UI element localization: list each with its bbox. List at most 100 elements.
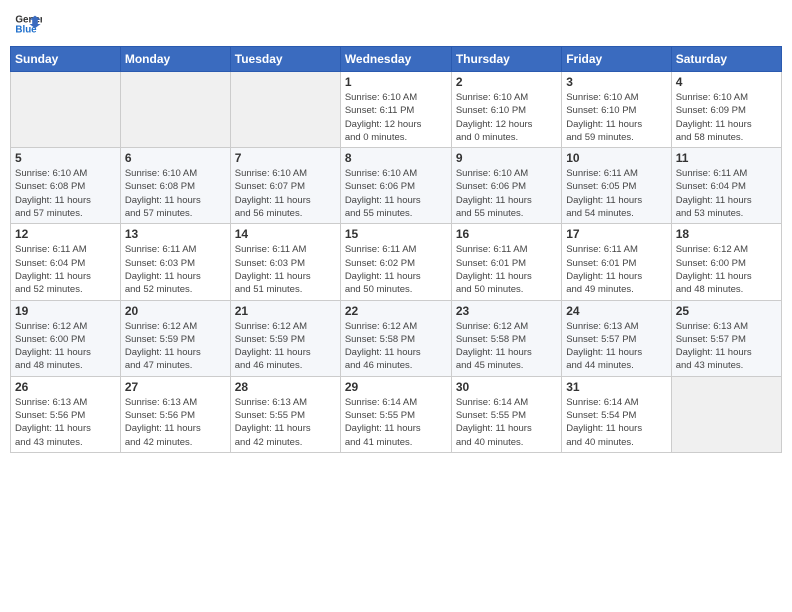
day-number: 11 — [676, 151, 777, 165]
logo: General Blue — [14, 10, 42, 38]
calendar-cell: 22 Sunrise: 6:12 AM Sunset: 5:58 PM Dayli… — [340, 300, 451, 376]
day-number: 22 — [345, 304, 447, 318]
calendar-cell: 15 Sunrise: 6:11 AM Sunset: 6:02 PM Dayli… — [340, 224, 451, 300]
calendar-cell: 17Sunrise: 6:11 AM Sunset: 6:01 PM Dayli… — [562, 224, 671, 300]
calendar-cell: 27 Sunrise: 6:13 AM Sunset: 5:56 PM Dayli… — [120, 376, 230, 452]
day-number: 9 — [456, 151, 557, 165]
calendar-cell: 9 Sunrise: 6:10 AM Sunset: 6:06 PM Daylig… — [451, 148, 561, 224]
calendar-cell: 6Sunrise: 6:10 AM Sunset: 6:08 PM Daylig… — [120, 148, 230, 224]
weekday-header: Saturday — [671, 47, 781, 72]
day-info: Sunrise: 6:12 AM Sunset: 6:00 PM Dayligh… — [15, 320, 116, 373]
calendar-cell: 5 Sunrise: 6:10 AM Sunset: 6:08 PM Daylig… — [11, 148, 121, 224]
day-info: Sunrise: 6:11 AM Sunset: 6:05 PM Dayligh… — [566, 167, 666, 220]
calendar-cell — [11, 72, 121, 148]
calendar-cell — [120, 72, 230, 148]
day-info: Sunrise: 6:12 AM Sunset: 5:59 PM Dayligh… — [125, 320, 226, 373]
weekday-header: Sunday — [11, 47, 121, 72]
weekday-header: Monday — [120, 47, 230, 72]
day-info: Sunrise: 6:11 AM Sunset: 6:02 PM Dayligh… — [345, 243, 447, 296]
day-number: 12 — [15, 227, 116, 241]
calendar-week-row: 12 Sunrise: 6:11 AM Sunset: 6:04 PM Dayli… — [11, 224, 782, 300]
day-info: Sunrise: 6:10 AM Sunset: 6:06 PM Dayligh… — [345, 167, 447, 220]
calendar-cell: 13 Sunrise: 6:11 AM Sunset: 6:03 PM Dayli… — [120, 224, 230, 300]
day-info: Sunrise: 6:10 AM Sunset: 6:07 PM Dayligh… — [235, 167, 336, 220]
day-number: 1 — [345, 75, 447, 89]
calendar-cell: 10 Sunrise: 6:11 AM Sunset: 6:05 PM Dayli… — [562, 148, 671, 224]
weekday-header: Thursday — [451, 47, 561, 72]
day-number: 28 — [235, 380, 336, 394]
day-number: 4 — [676, 75, 777, 89]
calendar-cell: 3Sunrise: 6:10 AM Sunset: 6:10 PM Daylig… — [562, 72, 671, 148]
calendar-cell: 8 Sunrise: 6:10 AM Sunset: 6:06 PM Daylig… — [340, 148, 451, 224]
day-number: 21 — [235, 304, 336, 318]
page-header: General Blue — [10, 10, 782, 38]
day-info: Sunrise: 6:14 AM Sunset: 5:55 PM Dayligh… — [456, 396, 557, 449]
day-info: Sunrise: 6:13 AM Sunset: 5:55 PM Dayligh… — [235, 396, 336, 449]
calendar-cell: 31 Sunrise: 6:14 AM Sunset: 5:54 PM Dayli… — [562, 376, 671, 452]
calendar-cell: 18 Sunrise: 6:12 AM Sunset: 6:00 PM Dayli… — [671, 224, 781, 300]
day-number: 3 — [566, 75, 666, 89]
logo-icon: General Blue — [14, 10, 42, 38]
day-info: Sunrise: 6:10 AM Sunset: 6:11 PM Dayligh… — [345, 91, 447, 144]
calendar-cell: 23 Sunrise: 6:12 AM Sunset: 5:58 PM Dayli… — [451, 300, 561, 376]
day-info: Sunrise: 6:13 AM Sunset: 5:56 PM Dayligh… — [15, 396, 116, 449]
day-number: 13 — [125, 227, 226, 241]
day-number: 31 — [566, 380, 666, 394]
calendar-cell: 25Sunrise: 6:13 AM Sunset: 5:57 PM Dayli… — [671, 300, 781, 376]
day-info: Sunrise: 6:10 AM Sunset: 6:08 PM Dayligh… — [15, 167, 116, 220]
day-number: 16 — [456, 227, 557, 241]
calendar-cell — [230, 72, 340, 148]
day-number: 10 — [566, 151, 666, 165]
day-number: 19 — [15, 304, 116, 318]
calendar-cell: 1 Sunrise: 6:10 AM Sunset: 6:11 PM Daylig… — [340, 72, 451, 148]
calendar-week-row: 19 Sunrise: 6:12 AM Sunset: 6:00 PM Dayli… — [11, 300, 782, 376]
day-info: Sunrise: 6:12 AM Sunset: 6:00 PM Dayligh… — [676, 243, 777, 296]
day-info: Sunrise: 6:11 AM Sunset: 6:03 PM Dayligh… — [125, 243, 226, 296]
day-info: Sunrise: 6:12 AM Sunset: 5:58 PM Dayligh… — [456, 320, 557, 373]
calendar-cell: 14 Sunrise: 6:11 AM Sunset: 6:03 PM Dayli… — [230, 224, 340, 300]
day-info: Sunrise: 6:11 AM Sunset: 6:01 PM Dayligh… — [566, 243, 666, 296]
day-number: 29 — [345, 380, 447, 394]
day-number: 18 — [676, 227, 777, 241]
calendar-cell: 26 Sunrise: 6:13 AM Sunset: 5:56 PM Dayli… — [11, 376, 121, 452]
calendar-week-row: 1 Sunrise: 6:10 AM Sunset: 6:11 PM Daylig… — [11, 72, 782, 148]
day-number: 30 — [456, 380, 557, 394]
calendar-cell: 7 Sunrise: 6:10 AM Sunset: 6:07 PM Daylig… — [230, 148, 340, 224]
day-info: Sunrise: 6:12 AM Sunset: 5:58 PM Dayligh… — [345, 320, 447, 373]
day-number: 27 — [125, 380, 226, 394]
calendar-table: SundayMondayTuesdayWednesdayThursdayFrid… — [10, 46, 782, 453]
day-info: Sunrise: 6:10 AM Sunset: 6:06 PM Dayligh… — [456, 167, 557, 220]
day-info: Sunrise: 6:12 AM Sunset: 5:59 PM Dayligh… — [235, 320, 336, 373]
day-info: Sunrise: 6:11 AM Sunset: 6:01 PM Dayligh… — [456, 243, 557, 296]
calendar-cell: 20 Sunrise: 6:12 AM Sunset: 5:59 PM Dayli… — [120, 300, 230, 376]
day-number: 5 — [15, 151, 116, 165]
day-info: Sunrise: 6:13 AM Sunset: 5:57 PM Dayligh… — [676, 320, 777, 373]
day-number: 8 — [345, 151, 447, 165]
calendar-cell — [671, 376, 781, 452]
day-info: Sunrise: 6:10 AM Sunset: 6:09 PM Dayligh… — [676, 91, 777, 144]
day-number: 2 — [456, 75, 557, 89]
day-info: Sunrise: 6:11 AM Sunset: 6:03 PM Dayligh… — [235, 243, 336, 296]
calendar-cell: 29 Sunrise: 6:14 AM Sunset: 5:55 PM Dayli… — [340, 376, 451, 452]
day-info: Sunrise: 6:13 AM Sunset: 5:56 PM Dayligh… — [125, 396, 226, 449]
calendar-cell: 2 Sunrise: 6:10 AM Sunset: 6:10 PM Daylig… — [451, 72, 561, 148]
calendar-cell: 11Sunrise: 6:11 AM Sunset: 6:04 PM Dayli… — [671, 148, 781, 224]
day-info: Sunrise: 6:14 AM Sunset: 5:55 PM Dayligh… — [345, 396, 447, 449]
day-info: Sunrise: 6:11 AM Sunset: 6:04 PM Dayligh… — [15, 243, 116, 296]
calendar-cell: 16 Sunrise: 6:11 AM Sunset: 6:01 PM Dayli… — [451, 224, 561, 300]
calendar-week-row: 26 Sunrise: 6:13 AM Sunset: 5:56 PM Dayli… — [11, 376, 782, 452]
day-number: 14 — [235, 227, 336, 241]
calendar-cell: 4 Sunrise: 6:10 AM Sunset: 6:09 PM Daylig… — [671, 72, 781, 148]
day-number: 26 — [15, 380, 116, 394]
weekday-header: Tuesday — [230, 47, 340, 72]
day-number: 7 — [235, 151, 336, 165]
day-number: 23 — [456, 304, 557, 318]
day-number: 20 — [125, 304, 226, 318]
day-info: Sunrise: 6:10 AM Sunset: 6:08 PM Dayligh… — [125, 167, 226, 220]
day-info: Sunrise: 6:10 AM Sunset: 6:10 PM Dayligh… — [456, 91, 557, 144]
calendar-cell: 28 Sunrise: 6:13 AM Sunset: 5:55 PM Dayli… — [230, 376, 340, 452]
day-number: 15 — [345, 227, 447, 241]
calendar-week-row: 5 Sunrise: 6:10 AM Sunset: 6:08 PM Daylig… — [11, 148, 782, 224]
day-info: Sunrise: 6:14 AM Sunset: 5:54 PM Dayligh… — [566, 396, 666, 449]
weekday-header: Friday — [562, 47, 671, 72]
